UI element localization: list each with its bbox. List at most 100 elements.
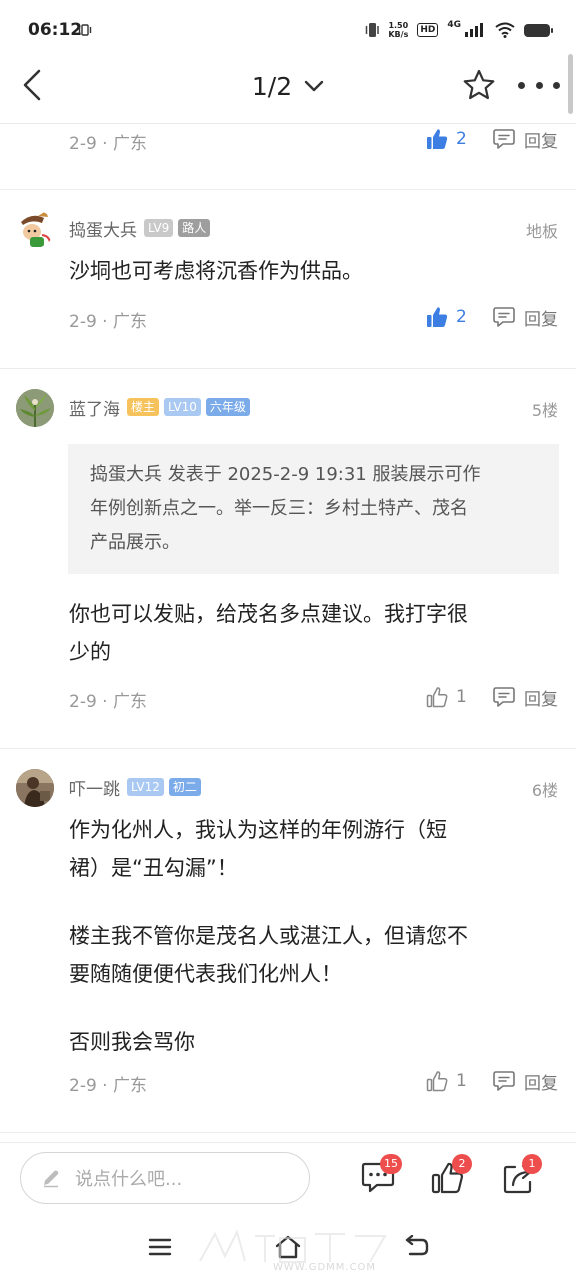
- post-body-line: 裙）是“丑勾漏”！: [69, 856, 238, 880]
- post-meta-row: 2-9 · 广东 1 回复: [0, 682, 576, 712]
- net-speed-unit: KB/s: [388, 30, 409, 39]
- floor-label: 6楼: [531, 781, 558, 800]
- reply-button[interactable]: 回复: [492, 304, 558, 330]
- comment-post: 蓝了海 楼主 LV10 六年级 5楼 捣蛋大兵 发表于 2025-2-9 19:…: [0, 369, 576, 748]
- app-header: 1/2: [0, 46, 576, 124]
- back-nav-button[interactable]: [400, 1232, 432, 1262]
- like-count: 2: [456, 129, 467, 149]
- comment-placeholder: 说点什么吧...: [75, 1169, 183, 1190]
- quote-line: 年例创新点之一。举一反三：乡村土特产、茂名: [90, 498, 468, 519]
- comment-input[interactable]: 说点什么吧...: [20, 1152, 310, 1204]
- hd-badge: HD: [417, 23, 439, 37]
- menu-nav-button[interactable]: [144, 1232, 176, 1262]
- post-date-location: 2-9 · 广东: [69, 134, 147, 154]
- level-badge: LV10: [164, 398, 201, 416]
- divider: [0, 1132, 576, 1133]
- share-button[interactable]: 1: [498, 1154, 542, 1197]
- like-count: 1: [456, 1071, 467, 1091]
- network-type: 4G: [447, 20, 461, 30]
- share-count-badge: 1: [522, 1154, 542, 1174]
- plant-avatar-icon: [16, 389, 54, 427]
- watermark-logo: WWW.GDMM.COM: [195, 1226, 395, 1276]
- quote-line: 产品展示。: [90, 532, 180, 553]
- post-date-location: 2-9 · 广东: [69, 312, 147, 332]
- post-body-text: 沙垌也可考虑将沉香作为供品。: [69, 259, 363, 283]
- user-tag-badge: 六年级: [205, 398, 250, 416]
- like-button[interactable]: 1: [426, 1068, 467, 1094]
- user-line: 吓一跳 LV12 初二: [69, 775, 201, 800]
- post-date-location: 2-9 · 广东: [69, 692, 147, 712]
- reply-button[interactable]: 回复: [492, 684, 558, 710]
- more-icon-dot: [553, 81, 560, 89]
- status-icons: 1.50 KB/s HD 4G: [365, 18, 553, 42]
- more-icon-dot: [518, 81, 525, 89]
- comment-post: 吓一跳 LV12 初二 6楼 作为化州人，我认为这样的年例游行（短 裙）是“丑勾…: [0, 749, 576, 1134]
- quote-box[interactable]: 捣蛋大兵 发表于 2025-2-9 19:31 服装展示可作 年例创新点之一。举…: [68, 444, 559, 574]
- reply-button[interactable]: 回复: [492, 1068, 558, 1094]
- comment-count-badge: 15: [380, 1154, 402, 1174]
- pencil-icon: [44, 1170, 59, 1188]
- post-meta-row: 2-9 · 广东 2 回复: [0, 302, 576, 332]
- cartoon-avatar-icon: [16, 210, 54, 248]
- signal-icon: [465, 23, 483, 37]
- user-tag-badge: 路人: [178, 219, 211, 237]
- username[interactable]: 蓝了海: [69, 395, 120, 420]
- avatar[interactable]: [16, 769, 54, 807]
- post-body-text: 你也可以发贴，给茂名多点建议。我打字很 少的: [69, 595, 539, 671]
- username[interactable]: 吓一跳: [69, 775, 120, 800]
- like-button[interactable]: 1: [426, 684, 467, 710]
- reply-label: 回复: [524, 689, 558, 710]
- more-button[interactable]: [518, 72, 560, 98]
- net-speed-value: 1.50: [388, 21, 409, 30]
- status-bar: 06:12 1.50 KB/s HD 4G: [0, 0, 576, 46]
- status-time: 06:12: [28, 20, 83, 40]
- like-button[interactable]: 2: [426, 126, 467, 152]
- reply-button[interactable]: 回复: [492, 126, 558, 152]
- comment-list: 2-9 · 广东 2 回复 捣蛋大兵 LV9 路人 地板 沙垌也可考虑将沉香作为…: [0, 124, 576, 1142]
- username[interactable]: 捣蛋大兵: [69, 216, 137, 241]
- system-nav-bar: WWW.GDMM.COM: [0, 1214, 576, 1280]
- comment-icon: [493, 307, 515, 327]
- floor-label: 5楼: [531, 401, 558, 420]
- chevron-down-icon: [304, 80, 324, 92]
- owner-badge: 楼主: [127, 398, 160, 416]
- watermark-icon: [199, 1229, 387, 1263]
- like-button[interactable]: 2: [426, 304, 467, 330]
- comment-post: 捣蛋大兵 LV9 路人 地板 沙垌也可考虑将沉香作为供品。 2-9 · 广东 2…: [0, 190, 576, 368]
- post-date-location: 2-9 · 广东: [69, 1076, 147, 1096]
- thumbs-up-outline-icon: [426, 687, 448, 708]
- wifi-icon: [495, 22, 515, 38]
- thumbs-up-icon: [427, 307, 448, 327]
- comment-icon: [493, 129, 515, 149]
- like-count: 1: [456, 687, 467, 707]
- quote-line: 捣蛋大兵 发表于 2025-2-9 19:31 服装展示可作: [90, 464, 481, 485]
- photo-avatar-icon: [16, 769, 54, 807]
- avatar[interactable]: [16, 210, 54, 248]
- return-icon: [405, 1235, 429, 1256]
- net-speed: 1.50 KB/s: [388, 21, 408, 39]
- watermark-text: WWW.GDMM.COM: [273, 1262, 377, 1273]
- like-post-button[interactable]: 2: [428, 1154, 472, 1197]
- thumbs-up-icon: [427, 129, 448, 149]
- post-body-text: 作为化州人，我认为这样的年例游行（短 裙）是“丑勾漏”！ 楼主我不管你是茂名人或…: [69, 811, 539, 1061]
- reply-label: 回复: [524, 1073, 558, 1094]
- star-icon: [463, 69, 495, 100]
- comment-icon: [493, 1071, 515, 1091]
- thumbs-up-outline-icon: [426, 1071, 448, 1092]
- like-count: 2: [456, 307, 467, 327]
- battery-icon: [524, 23, 553, 37]
- level-badge: LV12: [127, 778, 164, 796]
- post-body-line: 少的: [69, 640, 111, 664]
- comments-button[interactable]: 15: [358, 1154, 402, 1197]
- page-indicator-text: 1/2: [251, 71, 293, 101]
- post-body-line: 楼主我不管你是茂名人或湛江人，但请您不: [69, 924, 468, 948]
- menu-icon: [148, 1238, 172, 1256]
- user-tag-badge: 初二: [168, 778, 201, 796]
- vibrate-icon: [78, 24, 92, 36]
- post-body-line: 要随随便便代表我们化州人！: [69, 962, 342, 986]
- avatar[interactable]: [16, 389, 54, 427]
- favorite-button[interactable]: [460, 66, 498, 104]
- more-icon-dot: [535, 81, 543, 89]
- scrollbar-thumb[interactable]: [568, 54, 573, 114]
